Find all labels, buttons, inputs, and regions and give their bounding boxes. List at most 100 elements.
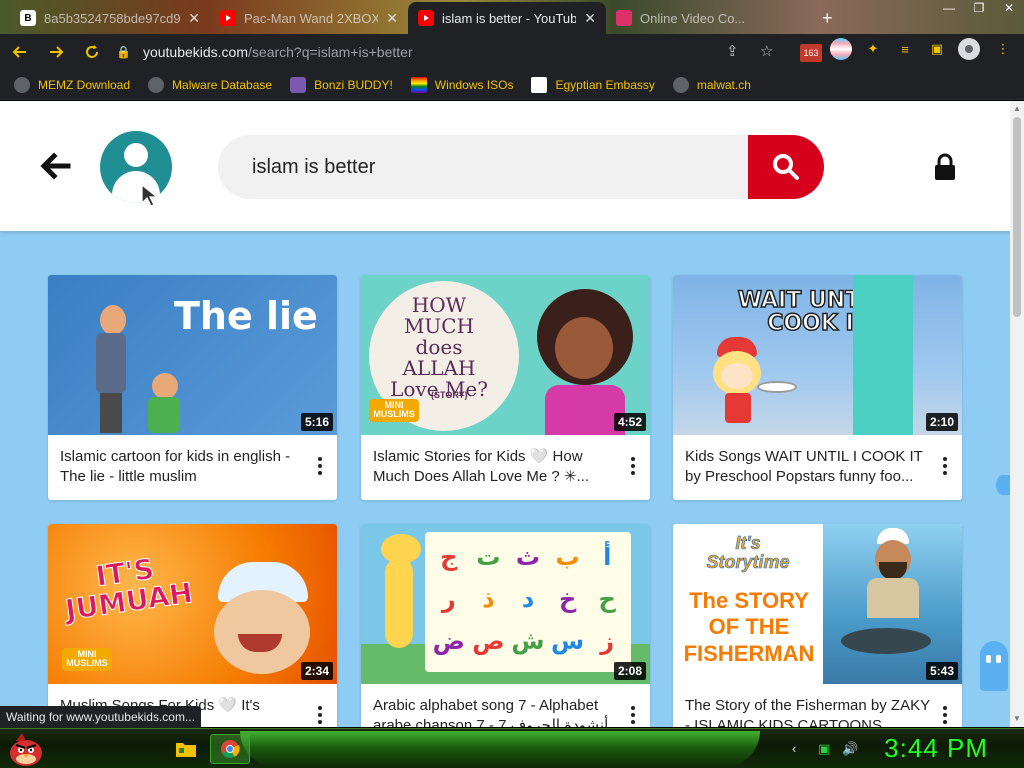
minimize-icon[interactable]: — [934,0,964,18]
window-controls: — ❐ ✕ [934,0,1024,18]
url-path: /search?q=islam+is+better [248,44,413,60]
arabic-letter: ش [511,627,545,655]
video-thumbnail[interactable]: ج ت ث ب أ ر ذ د خ ح ض ص ش س ز 2:08 [361,524,650,684]
share-icon[interactable]: ⇪ [726,42,739,60]
bookmark-bonzi-buddy[interactable]: Bonzi BUDDY! [290,76,393,93]
chrome-taskbar-icon[interactable] [210,734,250,764]
cartoon-chef-girl-illustration [713,337,797,433]
puzzle-icon[interactable]: ✦ [862,38,884,60]
video-thumbnail[interactable]: HOW MUCH does ALLAH Love Me? (STORY) MIN… [361,275,650,435]
start-button-angry-bird-icon[interactable] [6,731,46,767]
tab-label: Pac-Man Wand 2XBOX [244,10,379,26]
avatar-head [124,143,148,167]
tab-1[interactable]: B 8a5b3524758bde97cd9... ✕ [10,2,210,34]
bookmark-windows-isos[interactable]: Windows ISOs [410,76,513,93]
back-arrow-icon[interactable] [38,149,72,183]
video-thumbnail[interactable]: IT'S JUMUAH MINI MUSLIMS 2:34 [48,524,337,684]
bookmark-malwatch[interactable]: malwat.ch [672,76,751,93]
duration-badge: 2:34 [300,662,333,680]
bookmark-memz[interactable]: MEMZ Download [14,76,130,93]
thumbnail-subtitle: (STORY) [431,390,468,400]
more-options-icon[interactable] [630,706,636,726]
search-field[interactable] [218,135,758,199]
bookmarks-bar: MEMZ Download Malware Database Bonzi BUD… [0,70,1024,100]
video-card[interactable]: HOW MUCH does ALLAH Love Me? (STORY) MIN… [361,275,650,500]
video-title[interactable]: Kids Songs WAIT UNTIL I COOK IT by Presc… [685,447,935,487]
bonzi-icon [290,76,307,93]
side-panel-icon[interactable]: ▣ [926,38,948,60]
address-bar[interactable]: 🔒 youtubekids.com /search?q=islam+is+bet… [104,38,788,66]
duration-badge: 5:16 [300,413,333,431]
scroll-down-icon[interactable]: ▼ [1013,715,1021,723]
close-window-icon[interactable]: ✕ [994,0,1024,18]
thumbnail-title: IT'S JUMUAH [63,552,195,628]
video-card[interactable]: ج ت ث ب أ ر ذ د خ ح ض ص ش س ز 2:08 Arabi… [361,524,650,727]
arabic-letter: ب [555,543,580,571]
video-title[interactable]: Islamic Stories for Kids 🤍 How Much Does… [373,447,623,487]
taskbar-clock[interactable]: 3:44 PM [884,733,988,764]
arabic-letter: ت [476,543,501,571]
parental-lock-icon[interactable] [934,153,956,181]
video-title[interactable]: The Story of the Fisherman by ZAKY - ISL… [685,696,935,727]
arabic-letter: ذ [482,585,495,613]
video-card[interactable]: WAIT UNTIL I COOK IT 2:10 Kids Songs WAI… [673,275,962,500]
arabic-letter: س [551,627,585,655]
volume-icon[interactable]: 🔊 [842,741,858,757]
media-icon[interactable]: ≡ [894,38,916,60]
search-input[interactable] [252,155,758,179]
url-host: youtubekids.com [142,44,249,60]
video-card[interactable]: IT'S JUMUAH MINI MUSLIMS 2:34 Muslim Son… [48,524,337,727]
lock-icon[interactable]: 🔒 [116,45,131,59]
back-icon[interactable] [4,36,36,68]
bookmark-egyptian-embassy[interactable]: Egyptian Embassy [531,76,655,93]
video-card[interactable]: The lie 5:16 Islamic cartoon for kids in… [48,275,337,500]
duration-badge: 2:10 [925,413,958,431]
tab-4[interactable]: Online Video Co... [606,2,806,34]
cartoon-dinosaur-illustration [371,534,425,674]
tab-2[interactable]: Pac-Man Wand 2XBOX ✕ [210,2,408,34]
video-title[interactable]: Islamic cartoon for kids in english - Th… [60,447,310,487]
bookmark-star-icon[interactable]: ☆ [760,42,773,60]
close-tab-icon[interactable]: ✕ [584,10,596,27]
bookmark-label: Malware Database [172,77,273,92]
forward-icon[interactable] [40,36,72,68]
close-tab-icon[interactable]: ✕ [386,10,398,27]
scrollbar-thumb[interactable] [1013,117,1021,317]
bookmark-malware-database[interactable]: Malware Database [148,76,273,93]
video-thumbnail[interactable]: WAIT UNTIL I COOK IT 2:10 [673,275,962,435]
video-title[interactable]: Arabic alphabet song 7 - Alphabet arabe … [373,696,623,727]
extension-badge-icon[interactable]: 163 [800,44,822,62]
extension-badge-count: 163 [803,48,819,58]
file-explorer-icon[interactable] [166,734,206,764]
tray-arrow-icon[interactable]: ‹ [792,741,796,756]
video-card[interactable]: It's Storytime The STORY OF THE FISHERMA… [673,524,962,727]
arabic-letter: ر [441,585,456,613]
menu-kebab-icon[interactable]: ⋮ [992,38,1014,60]
arabic-letter: ض [432,627,465,655]
battery-icon[interactable]: ▣ [818,741,830,757]
page-header [0,101,1010,231]
youtube-icon [418,10,434,26]
scroll-up-icon[interactable]: ▲ [1013,105,1021,113]
profile-icon[interactable] [958,38,980,60]
search-button[interactable] [748,135,824,199]
video-thumbnail[interactable]: The lie 5:16 [48,275,337,435]
more-options-icon[interactable] [630,457,636,477]
more-options-icon[interactable] [942,457,948,477]
new-tab-button[interactable]: + [812,2,842,34]
arabic-letter: ح [598,585,616,613]
cartoon-legs-illustration [853,275,913,435]
taskbar: ‹ ▣ 🔊 3:44 PM [0,728,1024,768]
video-icon [616,10,632,26]
page-scrollbar[interactable]: ▲ ▼ [1010,101,1024,727]
tab-3-active[interactable]: islam is better - YouTube ✕ [408,2,606,34]
more-options-icon[interactable] [942,706,948,726]
more-options-icon[interactable] [317,457,323,477]
more-options-icon[interactable] [317,706,323,726]
maximize-icon[interactable]: ❐ [964,0,994,18]
video-thumbnail[interactable]: It's Storytime The STORY OF THE FISHERMA… [673,524,962,684]
pride-extension-icon[interactable] [830,38,852,60]
arabic-letter: د [521,585,535,613]
close-tab-icon[interactable]: ✕ [188,10,200,27]
tab-label: islam is better - YouTube [442,10,577,26]
